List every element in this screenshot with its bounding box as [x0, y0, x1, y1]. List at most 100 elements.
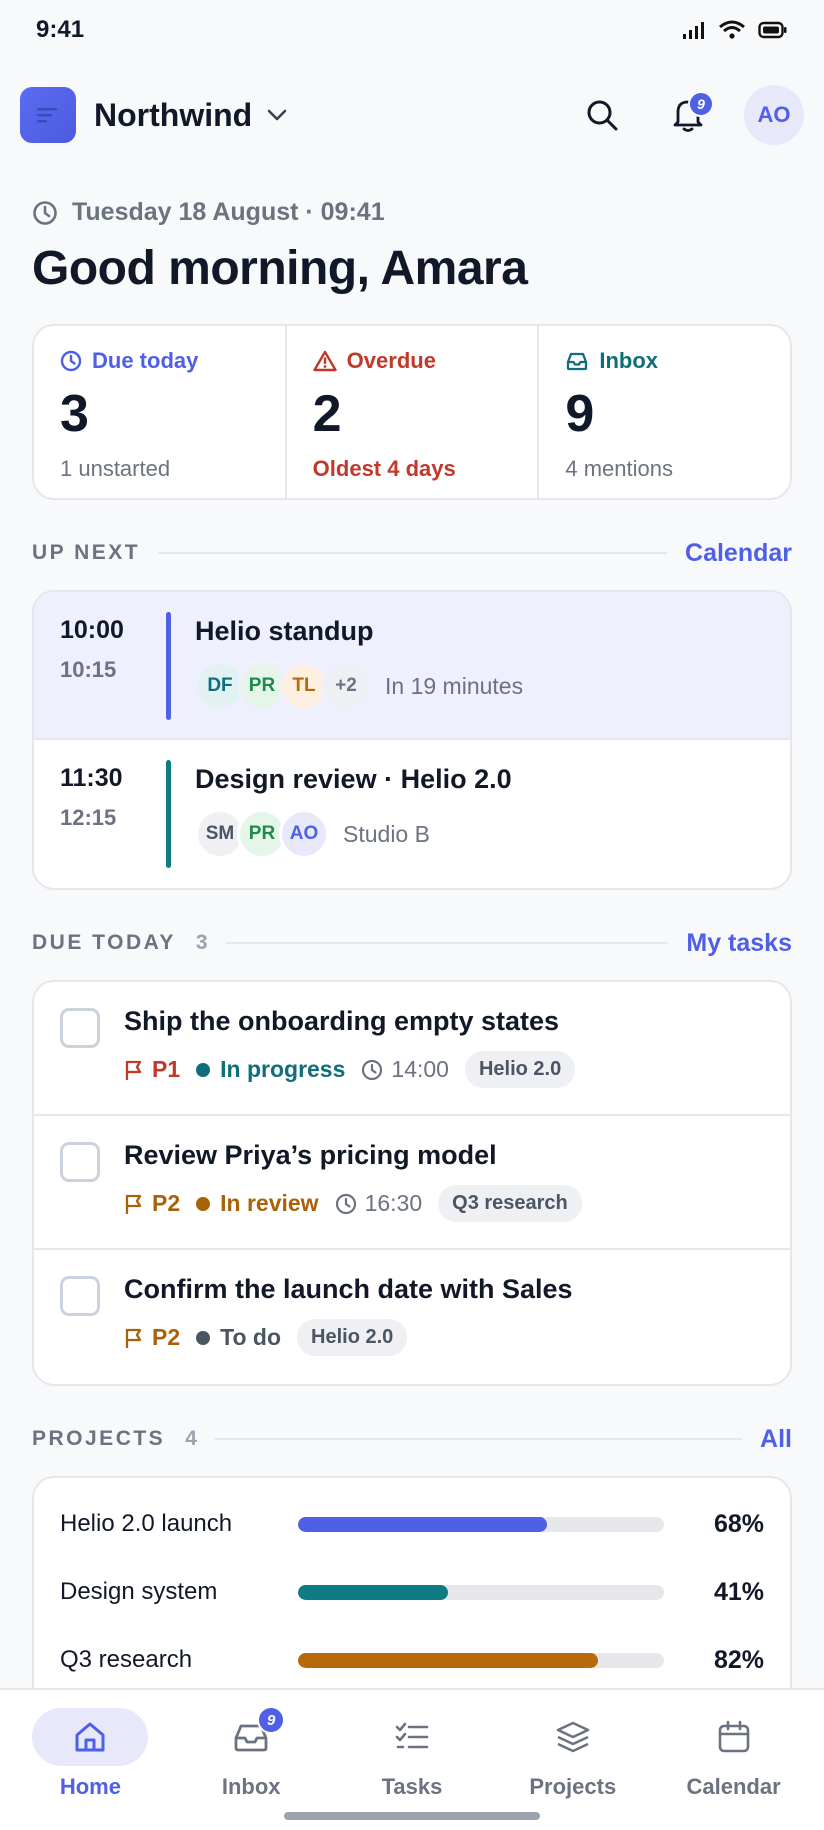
stat-value: 3: [60, 385, 89, 443]
event-item[interactable]: 11:30 12:15 Design review · Helio 2.0 SM…: [34, 740, 790, 888]
event-title: Design review · Helio 2.0: [195, 764, 512, 794]
task-body: Ship the onboarding empty states P1 In p…: [124, 1006, 764, 1090]
task-meta: P2 In review 16:30 Q3 research: [124, 1185, 764, 1222]
top-bar: Northwind 9 AO: [0, 60, 824, 170]
calendar-icon: [718, 1720, 749, 1753]
date-row: Tuesday 18 August · 09:41: [32, 198, 792, 227]
event-meta: SM PR AO Studio B: [195, 809, 764, 859]
project-tag[interactable]: Helio 2.0: [464, 1051, 576, 1088]
status-label: To do: [220, 1324, 282, 1350]
attendee-avatar: AO: [279, 809, 329, 859]
tab-projects[interactable]: Projects: [492, 1690, 653, 1830]
project-tag[interactable]: Q3 research: [438, 1185, 582, 1222]
task-checkbox[interactable]: [60, 1008, 100, 1048]
task-time: 14:00: [361, 1056, 449, 1083]
time-label: 16:30: [364, 1190, 423, 1216]
notifications-button[interactable]: 9: [658, 85, 718, 145]
flag-icon: [125, 1060, 142, 1080]
status-dot: [196, 1062, 211, 1077]
project-tag[interactable]: Helio 2.0: [297, 1319, 408, 1356]
status-dot: [196, 1196, 211, 1211]
event-start: 10:00: [60, 616, 124, 644]
time-label: 14:00: [391, 1056, 449, 1082]
project-percent: 68%: [713, 1509, 764, 1538]
section-divider: [158, 552, 668, 554]
section-count: 3: [195, 931, 208, 954]
tab-label: Calendar: [686, 1774, 781, 1799]
progress-fill: [298, 1652, 599, 1668]
project-row[interactable]: Design system 41%: [34, 1558, 790, 1626]
my-tasks-link[interactable]: My tasks: [686, 929, 792, 958]
priority-label: P1: [152, 1056, 181, 1082]
stat-due-today[interactable]: Due today 3 1 unstarted: [34, 326, 287, 498]
event-color-bar: [166, 612, 171, 720]
up-next-header: UP NEXT Calendar: [32, 538, 792, 568]
task-row[interactable]: Ship the onboarding empty states P1 In p…: [34, 982, 790, 1116]
tab-icon-wrap: [676, 1708, 792, 1766]
task-row[interactable]: Review Priya’s pricing model P2 In revie…: [34, 1116, 790, 1250]
tab-tasks[interactable]: Tasks: [332, 1690, 493, 1830]
task-title: Ship the onboarding empty states: [124, 1006, 560, 1036]
project-name: Design system: [60, 1578, 218, 1605]
stat-sub: 4 mentions: [565, 456, 673, 481]
up-next-card: 10:00 10:15 Helio standup DF PR TL +2 In…: [32, 590, 792, 890]
stat-header: Overdue: [312, 348, 512, 374]
section-title: UP NEXT: [32, 541, 141, 564]
greeting-title: Good morning, Amara: [32, 242, 528, 295]
project-row[interactable]: Helio 2.0 launch 68%: [34, 1490, 790, 1558]
search-icon: [587, 100, 618, 131]
task-row[interactable]: Confirm the launch date with Sales P2 To…: [34, 1250, 790, 1384]
stat-inbox[interactable]: Inbox 9 4 mentions: [539, 326, 790, 498]
bottom-tab-bar: Home 9 Inbox Tasks Projects Calendar: [0, 1688, 824, 1830]
event-color-bar: [166, 760, 171, 868]
event-item[interactable]: 10:00 10:15 Helio standup DF PR TL +2 In…: [34, 592, 790, 740]
section-divider: [214, 1438, 743, 1440]
app-logo[interactable]: [20, 87, 76, 143]
due-today-header: DUE TODAY 3 My tasks: [32, 928, 792, 958]
clock-icon: [60, 350, 82, 372]
task-body: Confirm the launch date with Sales P2 To…: [124, 1274, 764, 1360]
stat-label: Due today: [92, 348, 199, 373]
tab-icon-wrap: [515, 1708, 631, 1766]
event-start: 11:30: [60, 764, 123, 792]
task-checkbox[interactable]: [60, 1142, 100, 1182]
task-checkbox[interactable]: [60, 1276, 100, 1316]
status-label: In review: [220, 1190, 319, 1216]
workspace-name[interactable]: Northwind: [94, 97, 252, 134]
task-title: Confirm the launch date with Sales: [124, 1274, 573, 1304]
main-content: Tuesday 18 August · 09:41 Good morning, …: [0, 198, 824, 1716]
tab-home[interactable]: Home: [10, 1690, 171, 1830]
task-status: To do: [196, 1324, 281, 1351]
tab-icon-wrap: [32, 1708, 149, 1766]
project-percent: 41%: [713, 1577, 764, 1606]
task-priority: P2: [124, 1324, 180, 1351]
tab-calendar[interactable]: Calendar: [653, 1690, 814, 1830]
tasks-icon: [395, 1722, 429, 1749]
stat-sub: 1 unstarted: [60, 456, 171, 481]
calendar-link[interactable]: Calendar: [685, 539, 792, 568]
task-status: In progress: [196, 1056, 345, 1083]
attendee-overflow: +2: [321, 661, 371, 711]
project-row[interactable]: Q3 research 82%: [34, 1626, 790, 1694]
user-avatar[interactable]: AO: [744, 85, 804, 145]
menu-lines-icon: [37, 108, 57, 123]
search-button[interactable]: [572, 85, 632, 145]
tab-inbox[interactable]: 9 Inbox: [171, 1690, 332, 1830]
tab-label: Tasks: [381, 1774, 443, 1799]
task-meta: P1 In progress 14:00 Helio 2.0: [124, 1051, 764, 1088]
project-name: Helio 2.0 launch: [60, 1510, 233, 1537]
project-progress: [298, 1652, 664, 1668]
event-end: 10:15: [60, 657, 117, 682]
inbox-badge: 9: [257, 1706, 286, 1734]
all-projects-link[interactable]: All: [760, 1425, 792, 1454]
projects-header: PROJECTS 4 All: [32, 1424, 792, 1454]
flag-icon: [125, 1194, 142, 1214]
tab-label: Home: [59, 1774, 121, 1799]
stats-card: Due today 3 1 unstarted Overdue 2 Oldest…: [32, 324, 792, 500]
task-priority: P1: [124, 1056, 180, 1083]
chevron-down-icon[interactable]: [266, 108, 288, 122]
status-icons: [682, 20, 788, 40]
stat-overdue[interactable]: Overdue 2 Oldest 4 days: [287, 326, 540, 498]
due-today-card: Ship the onboarding empty states P1 In p…: [32, 980, 792, 1386]
event-end: 12:15: [60, 805, 117, 830]
